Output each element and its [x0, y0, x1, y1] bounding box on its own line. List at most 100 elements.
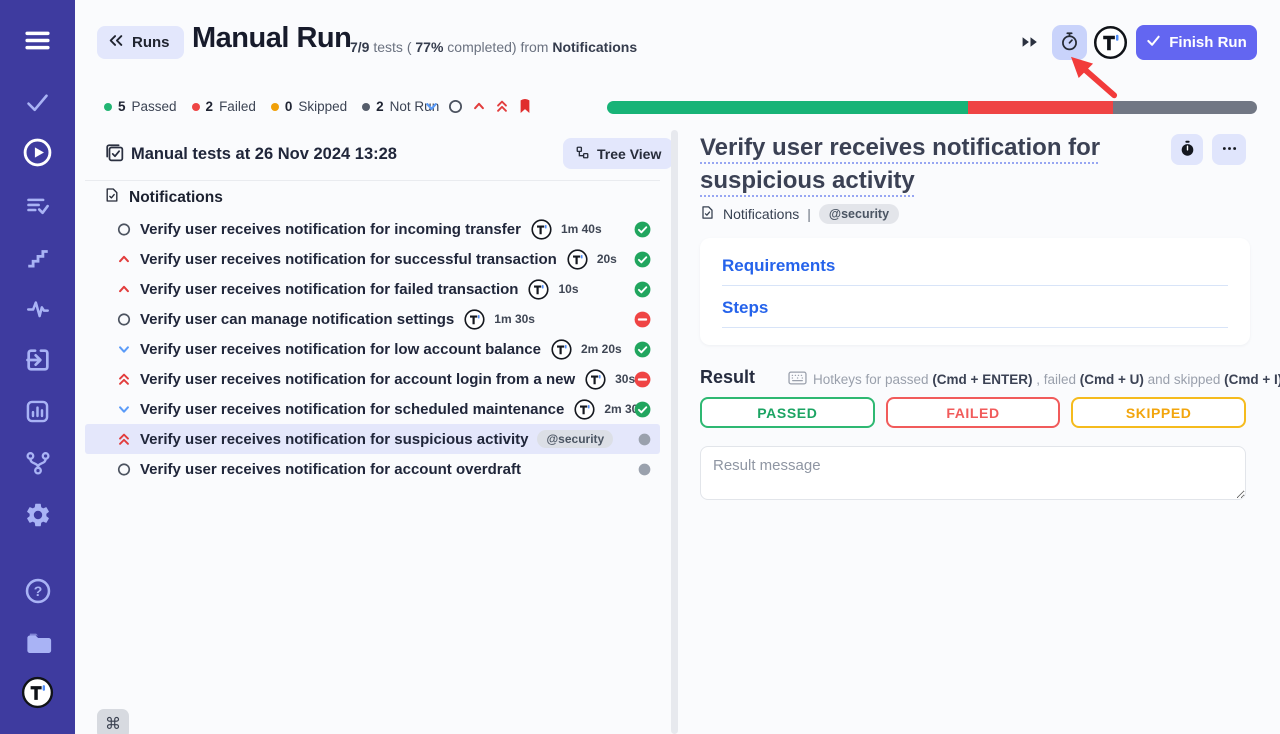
test-timer-button[interactable] [1171, 134, 1203, 165]
test-row-title: Verify user receives notification for su… [140, 251, 557, 268]
bookmark-icon[interactable] [518, 98, 532, 114]
subtitle-segment: 7/9 [350, 39, 369, 55]
menu-icon [22, 25, 53, 61]
test-row[interactable]: Verify user can manage notification sett… [85, 304, 660, 334]
detail-section-requirements: Requirements [722, 256, 1228, 286]
hotkeys-segment: and skipped [1144, 372, 1224, 387]
check-icon [1146, 33, 1161, 52]
logo-icon [21, 676, 54, 714]
file-icon [700, 204, 715, 224]
steps-icon [25, 245, 51, 276]
sidebar-item-gear[interactable] [21, 500, 55, 534]
progress-segment-failed [968, 101, 1112, 114]
sidebar-item-steps[interactable] [21, 243, 55, 277]
cmd-key-button[interactable]: ⌘ [97, 709, 129, 734]
progress-segment-not-run [1113, 101, 1257, 114]
sidebar-item-play-circle[interactable] [21, 138, 55, 172]
test-duration: 10s [558, 282, 578, 296]
sidebar-item-logo[interactable] [21, 678, 55, 712]
test-sections-card: Requirements Steps [700, 238, 1250, 345]
app-logo-icon[interactable] [1093, 25, 1128, 60]
section-divider [722, 285, 1228, 286]
logo-small-icon [574, 399, 595, 420]
result-button-passed[interactable]: PASSED [700, 397, 875, 428]
tree-view-icon [575, 145, 590, 163]
sidebar-item-menu[interactable] [21, 26, 55, 60]
hotkeys-segment: Hotkeys for passed [813, 372, 932, 387]
test-row[interactable]: Verify user receives notification for sc… [85, 394, 660, 424]
sidebar-item-folder[interactable] [21, 628, 55, 662]
subtitle-segment: 77% [415, 39, 443, 55]
breadcrumb-suite[interactable]: Notifications [723, 206, 799, 222]
test-row[interactable]: Verify user receives notification for su… [85, 244, 660, 274]
list-divider [85, 180, 660, 181]
hotkeys-segment: , failed [1032, 372, 1079, 387]
panel-scrollbar[interactable] [671, 130, 678, 734]
suite-header[interactable]: Notifications [104, 186, 223, 209]
count-value: 2 [376, 99, 384, 114]
hotkeys-text: Hotkeys for passed (Cmd + ENTER) , faile… [813, 372, 1280, 387]
hotkeys-segment: (Cmd + U) [1080, 372, 1144, 387]
result-button-skipped[interactable]: SKIPPED [1071, 397, 1246, 428]
sidebar-item-import[interactable] [21, 345, 55, 379]
chevrons-up-icon [117, 372, 131, 386]
fast-forward-icon[interactable] [1021, 35, 1040, 54]
stopwatch-icon [1179, 140, 1196, 160]
sidebar-item-pulse[interactable] [21, 294, 55, 328]
chevron-down-icon [117, 402, 131, 417]
test-duration: 2m 20s [581, 342, 622, 356]
back-to-runs-button[interactable]: Runs [97, 26, 184, 59]
status-dot-icon [271, 103, 279, 111]
finish-run-label: Finish Run [1169, 34, 1247, 51]
test-row[interactable]: Verify user receives notification for su… [85, 424, 660, 454]
count-label: Passed [132, 99, 177, 114]
run-progress-bar [607, 101, 1257, 114]
chart-icon [24, 398, 51, 430]
sidebar-item-help[interactable]: ? [21, 576, 55, 610]
count-value: 0 [285, 99, 293, 114]
test-row[interactable]: Verify user receives notification for in… [85, 214, 660, 244]
test-duration: 1m 40s [561, 222, 602, 236]
sidebar-item-list-check[interactable] [21, 191, 55, 225]
security-tag[interactable]: @security [819, 204, 899, 224]
finish-run-button[interactable]: Finish Run [1136, 25, 1257, 60]
count-skipped: 0Skipped [271, 99, 347, 114]
test-row[interactable]: Verify user receives notification for ac… [85, 454, 660, 484]
priority-filter-icons [424, 98, 532, 114]
result-button-failed[interactable]: FAILED [886, 397, 1061, 428]
result-message-input[interactable] [700, 446, 1246, 500]
chevrons-up-icon[interactable] [495, 99, 509, 113]
test-row-title: Verify user receives notification for ac… [140, 371, 575, 388]
chevron-down-icon[interactable] [424, 99, 439, 114]
section-heading[interactable]: Requirements [722, 256, 1228, 276]
test-duration: 1m 30s [494, 312, 535, 326]
test-row[interactable]: Verify user receives notification for lo… [85, 334, 660, 364]
sidebar-item-check[interactable] [21, 88, 55, 122]
test-row-title: Verify user receives notification for fa… [140, 281, 518, 298]
test-rows: Verify user receives notification for in… [85, 214, 660, 484]
chevron-up-icon[interactable] [472, 99, 486, 113]
test-row-title: Verify user receives notification for lo… [140, 341, 541, 358]
circle-icon[interactable] [448, 99, 463, 114]
run-timer-button[interactable] [1052, 25, 1087, 60]
section-heading[interactable]: Steps [722, 298, 1228, 318]
subtitle-segment: completed) from [443, 39, 552, 55]
logo-small-icon [567, 249, 588, 270]
suite-name: Notifications [129, 189, 223, 207]
page-title: Manual Run [192, 22, 351, 55]
test-row[interactable]: Verify user receives notification for fa… [85, 274, 660, 304]
test-row-title: Verify user receives notification for sc… [140, 401, 564, 418]
subtitle-segment: Notifications [552, 39, 637, 55]
tree-view-button[interactable]: Tree View [563, 138, 673, 169]
count-value: 2 [206, 99, 214, 114]
sidebar-item-chart[interactable] [21, 397, 55, 431]
more-actions-button[interactable] [1212, 134, 1246, 165]
sidebar-item-branch[interactable] [21, 448, 55, 482]
play-circle-icon [22, 137, 53, 173]
passed-icon [634, 281, 651, 298]
logo-small-icon [464, 309, 485, 330]
suite-file-icon [104, 186, 120, 209]
test-title[interactable]: Verify user receives notification for su… [700, 131, 1165, 197]
test-row[interactable]: Verify user receives notification for ac… [85, 364, 660, 394]
tree-view-label: Tree View [597, 146, 661, 162]
